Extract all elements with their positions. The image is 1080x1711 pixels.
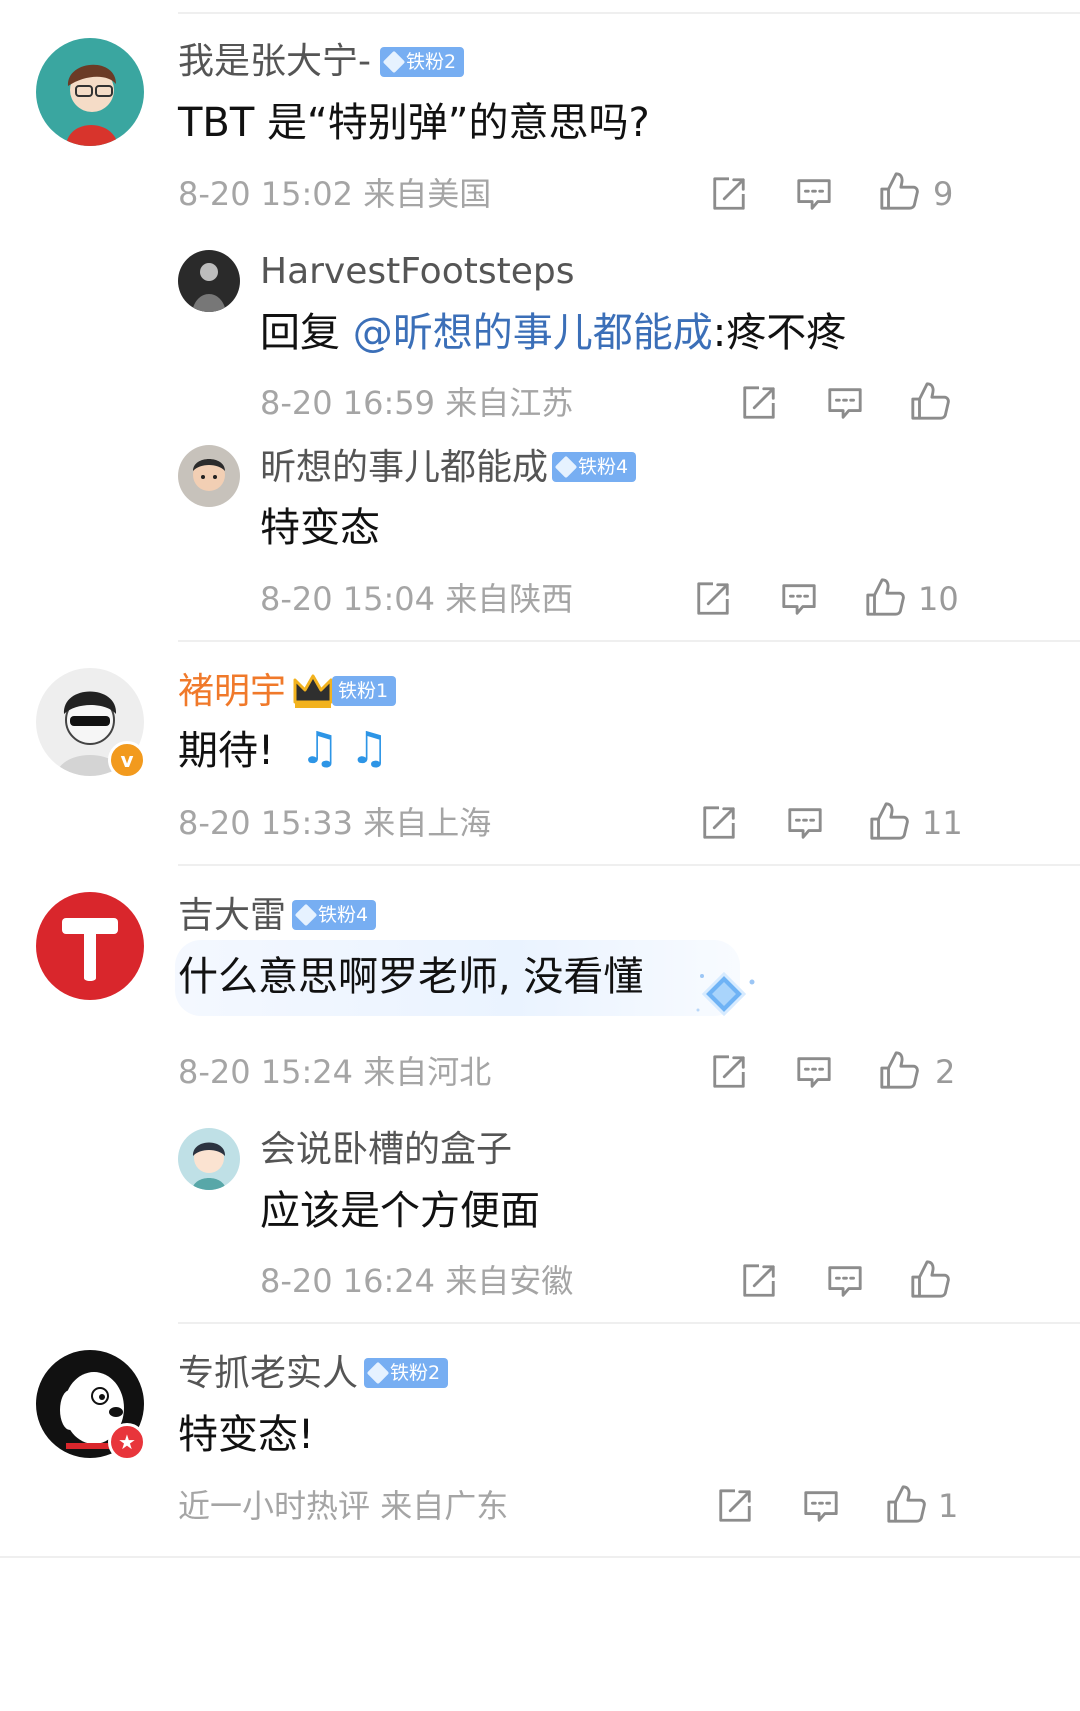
comment-meta: 8-20 15:04 来自陕西 — [260, 579, 573, 619]
comment-icon[interactable] — [786, 804, 824, 842]
comment-meta: 8-20 15:24 来自河北 — [178, 1052, 491, 1092]
comment-time: 8-20 15:04 — [260, 580, 436, 618]
comment-location: 来自广东 — [380, 1487, 509, 1525]
username[interactable]: 吉大雷 — [178, 894, 286, 938]
share-icon[interactable] — [710, 1053, 748, 1091]
comment-location: 来自上海 — [363, 804, 492, 842]
avatar-t-logo-icon — [36, 892, 144, 1000]
comment-time: 8-20 15:33 — [178, 804, 354, 842]
badge-label: 铁粉2 — [406, 51, 457, 73]
username[interactable]: HarvestFootsteps — [260, 250, 574, 294]
comment-text: TBT 是“特别弹”的意思吗? — [178, 100, 650, 146]
comment-meta: 8-20 15:33 来自上海 — [178, 803, 491, 843]
comment-icon[interactable] — [802, 1487, 840, 1525]
avatar[interactable] — [36, 892, 144, 1000]
comment-text: 什么意思啊罗老师, 没看懂 — [178, 954, 644, 1000]
comment-location: 来自安徽 — [445, 1262, 574, 1300]
like-icon[interactable] — [909, 1258, 951, 1300]
comment-time: 8-20 16:59 — [260, 384, 436, 422]
comment-location: 来自美国 — [363, 175, 492, 213]
share-icon[interactable] — [740, 384, 778, 422]
like-icon[interactable] — [909, 380, 951, 422]
comment-text: 期待! — [178, 728, 275, 774]
like-icon[interactable] — [878, 170, 920, 212]
comment-time: 8-20 15:02 — [178, 175, 354, 213]
divider — [178, 640, 1080, 642]
fan-badge[interactable]: 铁粉1 — [332, 676, 397, 706]
divider — [178, 864, 1080, 866]
fan-badge[interactable]: 铁粉2 — [364, 1358, 449, 1388]
comment-icon[interactable] — [826, 1262, 864, 1300]
share-icon[interactable] — [740, 1262, 778, 1300]
fan-badge[interactable]: 铁粉4 — [552, 452, 637, 482]
like-count: 2 — [935, 1053, 956, 1091]
comment-icon[interactable] — [795, 1053, 833, 1091]
username[interactable]: 昕想的事儿都能成 — [260, 446, 548, 490]
avatar[interactable] — [178, 1128, 240, 1190]
comment-text: 应该是个方便面 — [260, 1188, 540, 1234]
comment-meta: 近一小时热评 来自广东 — [178, 1486, 508, 1526]
share-icon[interactable] — [710, 175, 748, 213]
share-icon[interactable] — [700, 804, 738, 842]
like-icon[interactable] — [864, 576, 906, 618]
divider — [178, 1322, 1080, 1324]
like-count: 9 — [933, 175, 954, 213]
diamond-icon — [554, 455, 578, 479]
avatar[interactable] — [178, 250, 240, 312]
comment-text: 特变态! — [178, 1412, 315, 1458]
music-emoji-icon: ♫♫ — [300, 723, 399, 774]
like-icon[interactable] — [878, 1049, 920, 1091]
username[interactable]: 专抓老实人 — [178, 1352, 358, 1396]
verified-badge-icon: ★ — [108, 1423, 146, 1461]
like-count: 11 — [922, 804, 963, 842]
reply-text: 回复 @昕想的事儿都能成:疼不疼 — [260, 308, 846, 358]
username[interactable]: 会说卧槽的盒子 — [260, 1128, 512, 1172]
comment-icon[interactable] — [780, 580, 818, 618]
badge-label: 铁粉4 — [578, 456, 629, 478]
diamond-icon — [382, 50, 406, 74]
badge-label: 铁粉1 — [338, 680, 389, 702]
avatar-photo-icon — [178, 250, 240, 312]
comment-location: 来自江苏 — [445, 384, 574, 422]
badge-label: 铁粉4 — [318, 904, 369, 926]
comment-location: 来自河北 — [363, 1053, 492, 1091]
comment-meta: 8-20 16:24 来自安徽 — [260, 1261, 573, 1301]
reply-body: :疼不疼 — [712, 310, 847, 356]
share-icon[interactable] — [694, 580, 732, 618]
hot-comment-label: 近一小时热评 — [178, 1487, 371, 1525]
comment-icon[interactable] — [795, 175, 833, 213]
divider — [178, 12, 1080, 14]
diamond-icon — [366, 1361, 390, 1385]
like-count: 10 — [918, 580, 959, 618]
avatar[interactable] — [36, 38, 144, 146]
avatar-anime-boy-icon — [36, 38, 144, 146]
username[interactable]: 我是张大宁- — [178, 40, 371, 84]
verified-badge-icon: v — [108, 741, 146, 779]
mention-link[interactable]: @昕想的事儿都能成 — [353, 310, 713, 356]
diamond-icon — [294, 903, 318, 927]
badge-label: 铁粉2 — [390, 1362, 441, 1384]
comment-meta: 8-20 15:02 来自美国 — [178, 174, 491, 214]
avatar-child-icon — [178, 445, 240, 507]
like-icon[interactable] — [868, 800, 910, 842]
diamond-sticker-icon — [690, 966, 760, 1030]
comment-text: 特变态 — [260, 505, 380, 551]
avatar[interactable] — [178, 445, 240, 507]
crown-icon — [292, 672, 334, 714]
fan-badge[interactable]: 铁粉4 — [292, 900, 377, 930]
reply-prefix: 回复 — [260, 310, 353, 356]
fan-badge[interactable]: 铁粉2 — [380, 47, 465, 77]
like-icon[interactable] — [885, 1483, 927, 1525]
divider — [0, 1556, 1080, 1558]
comment-meta: 8-20 16:59 来自江苏 — [260, 383, 573, 423]
like-count: 1 — [938, 1487, 959, 1525]
share-icon[interactable] — [716, 1487, 754, 1525]
comment-time: 8-20 16:24 — [260, 1262, 436, 1300]
comment-time: 8-20 15:24 — [178, 1053, 354, 1091]
comment-location: 来自陕西 — [445, 580, 574, 618]
avatar-cartoon-boy-icon — [178, 1128, 240, 1190]
comment-icon[interactable] — [826, 384, 864, 422]
username[interactable]: 褚明宇 — [178, 670, 286, 714]
